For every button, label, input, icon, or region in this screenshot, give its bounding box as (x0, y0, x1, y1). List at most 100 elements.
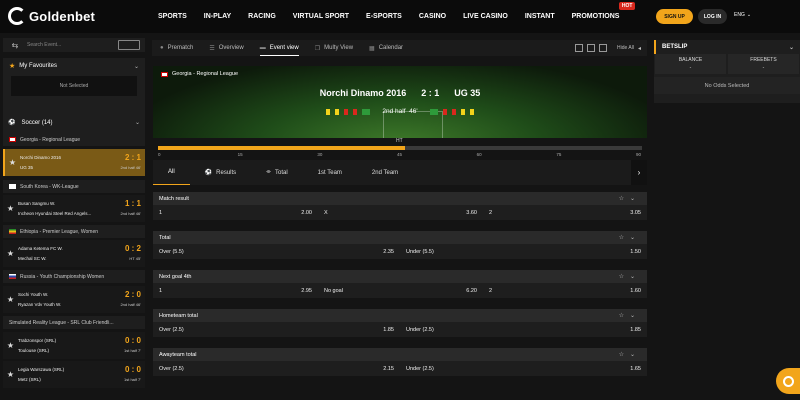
star-icon[interactable]: ☆⌄ (619, 273, 641, 280)
odds-label: Over (2.5) (159, 365, 184, 372)
match-item[interactable]: ★ Norchi Dinamo 2016 UG 35 2 : 1 2nd half … (3, 149, 145, 176)
chevron-right-icon[interactable]: › (631, 160, 647, 185)
whistle-icon: ⌯ (266, 169, 271, 175)
market-tab-2nd-team[interactable]: 2nd Team (357, 160, 413, 185)
tab-calendar[interactable]: ▦ Calendar (369, 40, 403, 56)
league-name: Georgia - Regional League (20, 136, 81, 143)
market-tab-results[interactable]: ⚽ Results (190, 160, 252, 185)
market-tab-all[interactable]: All (153, 160, 190, 185)
match-item[interactable]: ★ Sochi Youth W. Ryazan Vdv Youth W. 2 : … (3, 286, 145, 313)
language-selector[interactable]: ENG ⌄ (734, 12, 751, 18)
league-header[interactable]: South Korea - WK-League (3, 180, 145, 193)
league-header[interactable]: Ethiopia - Premier League, Women (3, 225, 145, 238)
odds-cell[interactable]: Under (2.5) 1.85 (400, 322, 647, 337)
odds-row: Over (5.5) 2.35 Under (5.5) 1.50 (153, 244, 647, 259)
market-title: Awayteam total (159, 351, 197, 358)
league-header[interactable]: Simulated Reality League - SRL Club Frie… (3, 316, 145, 329)
star-icon[interactable]: ☆⌄ (619, 234, 641, 241)
live-tv-icon[interactable] (118, 40, 140, 50)
star-icon[interactable]: ★ (3, 370, 18, 379)
nav-virtual-sport[interactable]: VIRTUAL SPORT (293, 13, 349, 20)
chevron-down-icon: ⌄ (788, 44, 794, 51)
league-header[interactable]: Georgia - Regional League (3, 133, 145, 146)
event-score: 2 : 1 (421, 88, 440, 98)
odds-cell[interactable]: 2 3.05 (483, 205, 647, 220)
betslip-panel: BETSLIP ⌄ BALANCE - FREEBETS - No Odds Sele… (654, 40, 800, 103)
nav-racing[interactable]: RACING (248, 13, 276, 20)
market-header[interactable]: Total ☆⌄ (153, 231, 647, 244)
tab-prematch[interactable]: ● Prematch (160, 40, 193, 56)
ball-icon: ⚽ (204, 170, 213, 176)
star-icon[interactable]: ★ (3, 204, 18, 213)
league-header[interactable]: Russia - Youth Championship Women (3, 270, 145, 283)
match-item[interactable]: ★ Busan Sangmu W. Incheon Hyundai Steel R… (3, 195, 145, 222)
match-score: 0 : 0 (124, 335, 141, 345)
brand-logo[interactable]: Goldenbet (8, 7, 95, 25)
tab-event-view[interactable]: ▬ Event view (259, 40, 299, 56)
odds-cell[interactable]: Over (2.5) 2.15 (153, 361, 400, 376)
star-icon[interactable]: ★ (5, 158, 20, 167)
market-tab-1st-team[interactable]: 1st Team (303, 160, 357, 185)
hide-all-button[interactable]: Hide All (617, 45, 634, 51)
tab-multy-view[interactable]: ❐ Multy View (315, 40, 353, 56)
star-icon[interactable]: ★ (3, 341, 18, 350)
betslip-header[interactable]: BETSLIP ⌄ (654, 40, 800, 54)
tab-overview[interactable]: ☰ Overview (209, 40, 243, 56)
match-minute: 46' (409, 108, 418, 115)
odds-cell[interactable]: 1 2.00 (153, 205, 318, 220)
match-item[interactable]: ★ Trabzonspor (SRL) Toulouse (SRL) 0 : 0 1… (3, 332, 145, 359)
home-team: Norchi Dinamo 2016 (20, 154, 62, 160)
nav-e-sports[interactable]: E-SPORTS (366, 13, 402, 20)
signup-button[interactable]: SIGN UP (656, 9, 693, 24)
tab-label: Multy View (324, 45, 354, 51)
odds-value: 1.65 (630, 365, 641, 372)
odds-cell[interactable]: No goal 6.20 (318, 283, 483, 298)
nav-promotions[interactable]: PROMOTIONS HOT (572, 2, 636, 20)
layout-split-icon[interactable] (587, 44, 596, 52)
star-icon[interactable]: ☆⌄ (619, 351, 641, 358)
star-icon[interactable]: ☆⌄ (619, 195, 641, 202)
event-league-name: Georgia - Regional League (172, 71, 239, 77)
market-header[interactable]: Hometeam total ☆⌄ (153, 309, 647, 322)
match-item[interactable]: ★ Adama Ketema FC W. Mechal SC W. 0 : 2 HT… (3, 240, 145, 267)
favourites-header[interactable]: ★ My Favourites ⌄ (3, 58, 145, 74)
odds-value: 1.50 (630, 248, 641, 255)
odds-cell[interactable]: 1 2.95 (153, 283, 318, 298)
odds-cell[interactable]: Over (2.5) 1.85 (153, 322, 400, 337)
star-icon[interactable]: ☆⌄ (619, 312, 641, 319)
star-icon[interactable]: ★ (3, 295, 18, 304)
odds-value: 1.85 (630, 326, 641, 333)
live-toggle-icon[interactable]: ⇆ (3, 41, 27, 50)
match-time: 1st half 7' (124, 347, 141, 353)
collapse-icon[interactable]: ◂ (638, 45, 641, 52)
nav-live-casino[interactable]: LIVE CASINO (463, 13, 508, 20)
odds-cell[interactable]: 2 1.60 (483, 283, 647, 298)
search-input[interactable]: Search Event... (27, 42, 118, 48)
layout-list-icon[interactable] (575, 44, 584, 52)
home-team: Trabzonspor (SRL) (18, 337, 57, 343)
freebets-value: - (762, 65, 765, 71)
market-header[interactable]: Next goal 4th ☆⌄ (153, 270, 647, 283)
betslip-title: BETSLIP (662, 44, 688, 50)
odds-cell[interactable]: Under (2.5) 1.65 (400, 361, 647, 376)
chat-button[interactable] (776, 368, 800, 394)
star-icon[interactable]: ★ (3, 249, 18, 258)
layout-grid-icon[interactable] (599, 44, 608, 52)
odds-value: 3.60 (466, 209, 477, 216)
match-item[interactable]: ★ Legia Warszawa (SRL) Metz (SRL) 0 : 0 1s… (3, 361, 145, 388)
away-team: Ryazan Vdv Youth W. (18, 301, 62, 307)
nav-sports[interactable]: SPORTS (158, 13, 187, 20)
odds-cell[interactable]: Over (5.5) 2.35 (153, 244, 400, 259)
sport-header-soccer[interactable]: ⚽ Soccer (14) ⌄ (3, 115, 145, 130)
odds-cell[interactable]: X 3.60 (318, 205, 483, 220)
market-tab-total[interactable]: ⌯ Total (251, 160, 303, 185)
nav-in-play[interactable]: IN-PLAY (204, 13, 231, 20)
nav-casino[interactable]: CASINO (419, 13, 446, 20)
login-button[interactable]: LOG IN (698, 9, 727, 24)
home-stats (326, 108, 371, 115)
market-header[interactable]: Awayteam total ☆⌄ (153, 348, 647, 361)
market-header[interactable]: Match result ☆⌄ (153, 192, 647, 205)
nav-instant[interactable]: INSTANT (525, 13, 555, 20)
away-team: UG 35 (20, 164, 34, 170)
odds-cell[interactable]: Under (5.5) 1.50 (400, 244, 647, 259)
